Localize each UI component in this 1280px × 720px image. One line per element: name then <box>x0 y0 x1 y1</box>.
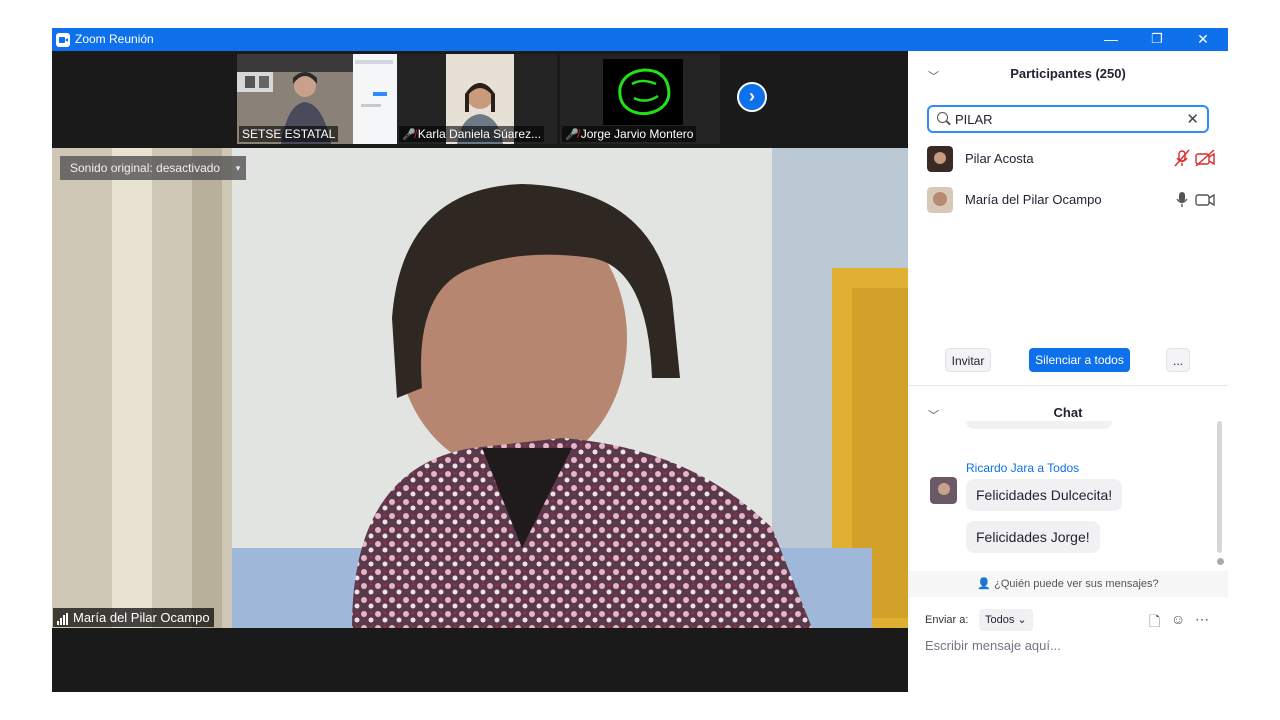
send-to-select[interactable]: Todos ⌄ <box>979 609 1033 631</box>
minimize-button[interactable]: — <box>1088 28 1134 51</box>
chat-bubble-previous <box>966 421 1112 429</box>
tile-name: SETSE ESTATAL <box>239 126 339 142</box>
chat-message-input[interactable]: Escribir mensaje aquí... <box>925 638 1061 653</box>
video-camera-icon[interactable] <box>1194 189 1216 209</box>
search-icon <box>937 112 948 123</box>
muted-mic-icon[interactable] <box>1172 148 1192 168</box>
speaker-video-image <box>52 148 908 628</box>
participants-header: Participantes (250) <box>1010 66 1126 81</box>
original-sound-toggle[interactable]: Sonido original: desactivado <box>60 156 231 180</box>
muted-mic-icon: 🎤̸ <box>402 129 416 141</box>
clear-search-icon[interactable]: ✕ <box>1186 110 1199 128</box>
emoji-icon[interactable]: ☺ <box>1171 611 1185 627</box>
chat-sender-avatar <box>930 477 957 504</box>
video-off-icon[interactable] <box>1194 148 1216 168</box>
chat-sender: Ricardo Jara a Todos <box>966 461 1080 475</box>
file-icon[interactable]: 🗋 <box>1149 611 1160 635</box>
gallery-next-arrow-icon[interactable]: › <box>737 82 767 112</box>
tile-name-text: Jorge Jarvio Montero <box>580 127 694 141</box>
tile-name-text: Karla Daniela Súarez... <box>417 127 542 141</box>
participant-name: Pilar Acosta <box>965 151 1034 166</box>
participant-row[interactable]: Pilar Acosta <box>908 139 1228 179</box>
who-can-see-text: ¿Quién puede ver sus mensajes? <box>994 578 1159 590</box>
who-can-see-link[interactable]: 👤 ¿Quién puede ver sus mensajes? <box>908 571 1228 597</box>
more-options-button[interactable]: ... <box>1166 348 1190 372</box>
sound-options-caret-icon[interactable]: ▾ <box>230 156 246 180</box>
chat-scroll-end-icon <box>1217 558 1224 565</box>
zoom-window: Zoom Reunión — ❐ ✕ SETSE ESTATAL 🎤̸ Karl… <box>52 28 1228 692</box>
tile-name: 🎤̸ Karla Daniela Súarez... <box>399 126 545 142</box>
participant-avatar <box>927 146 953 172</box>
restore-button[interactable]: ❐ <box>1134 28 1180 51</box>
participant-search-input[interactable]: PILAR ✕ <box>927 105 1209 133</box>
gallery-tile-karla[interactable]: 🎤̸ Karla Daniela Súarez... <box>397 54 557 144</box>
chat-message: Felicidades Jorge! <box>966 521 1100 553</box>
chat-header: Chat <box>1053 405 1083 420</box>
more-icon[interactable]: ⋯ <box>1195 611 1209 628</box>
tile-name: 🎤̸ Jorge Jarvio Montero <box>562 126 697 142</box>
gallery-tile-setse[interactable]: SETSE ESTATAL <box>237 54 397 144</box>
participant-avatar <box>927 187 953 213</box>
gallery-tile-jorge[interactable]: 🎤̸ Jorge Jarvio Montero <box>560 54 720 144</box>
title-bar: Zoom Reunión — ❐ ✕ <box>52 28 1228 51</box>
video-area: SETSE ESTATAL 🎤̸Karla Daniela Súarez... <box>52 51 908 692</box>
participant-row[interactable]: María del Pilar Ocampo <box>908 180 1228 220</box>
send-to-value: Todos <box>985 614 1015 626</box>
connection-signal-icon <box>57 610 69 625</box>
panel-divider <box>908 385 1228 386</box>
send-to-label: Enviar a: <box>925 614 969 626</box>
participant-name: María del Pilar Ocampo <box>965 192 1102 207</box>
search-value: PILAR <box>955 112 993 127</box>
side-panel: ﹀ Participantes (250) PILAR ✕ Pilar Acos… <box>908 51 1228 692</box>
chat-scrollbar[interactable] <box>1217 421 1222 553</box>
meeting-bottom-bar <box>52 628 908 692</box>
person-lock-icon: 👤 <box>977 578 992 590</box>
send-to-row: Enviar a: Todos ⌄ 🗋 ☺ ⋯ <box>908 607 1228 635</box>
muted-mic-icon: 🎤̸ <box>565 129 579 141</box>
main-speaker-video: Sonido original: desactivado ▾ María del… <box>52 148 908 628</box>
mic-icon[interactable] <box>1172 189 1192 209</box>
speaker-name: María del Pilar Ocampo <box>73 610 210 625</box>
close-button[interactable]: ✕ <box>1180 28 1226 51</box>
chat-message: Felicidades Dulcecita! <box>966 479 1123 511</box>
gallery-strip: SETSE ESTATAL 🎤̸Karla Daniela Súarez... <box>52 51 908 147</box>
mute-all-button[interactable]: Silenciar a todos <box>1029 348 1130 372</box>
zoom-app-icon <box>56 33 70 47</box>
active-speaker-label: María del Pilar Ocampo <box>53 608 214 627</box>
invite-button[interactable]: Invitar <box>945 348 991 372</box>
window-title: Zoom Reunión <box>75 32 154 46</box>
chat-messages[interactable]: Ricardo Jara a Todos Felicidades Dulceci… <box>908 421 1228 569</box>
chevron-down-icon: ⌄ <box>1017 614 1027 626</box>
